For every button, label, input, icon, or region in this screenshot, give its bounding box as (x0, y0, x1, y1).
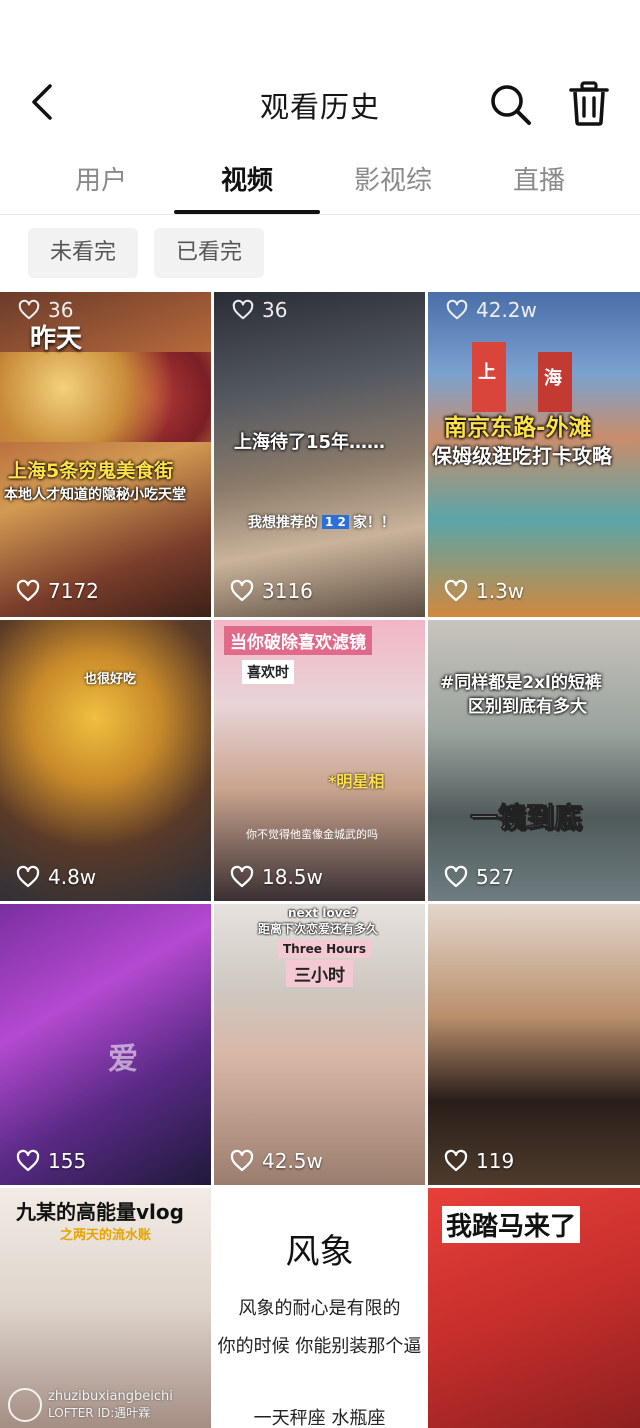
overlay-text: 区别到底有多大 (468, 697, 587, 717)
heart-icon (444, 579, 468, 603)
like-count: 527 (444, 865, 514, 889)
like-count: 1.3w (444, 579, 524, 603)
overlay-text: 九某的高能量vlog (16, 1200, 184, 1224)
heart-icon (230, 865, 254, 889)
overlay-text: 上 (478, 362, 496, 383)
overlay-text: *明星相 (328, 772, 385, 791)
search-icon (491, 85, 531, 125)
overlay-text: 当你破除喜欢滤镜 (224, 626, 372, 655)
overlay-text: 风象 (285, 1232, 354, 1272)
video-card[interactable]: 我踏马来了 (428, 1188, 640, 1428)
overlay-text: 南京东路-外滩 (444, 415, 592, 441)
tab-videos[interactable]: 视频 (172, 160, 322, 197)
video-card[interactable]: 九某的高能量vlog 之两天的流水账 zhuzibuxiangbeichi LO… (0, 1188, 211, 1428)
overlay-text: 上海5条穷鬼美食街 (8, 460, 174, 482)
top-bar: 观看历史 (0, 60, 640, 146)
filter-finished[interactable]: 已看完 (154, 228, 265, 278)
overlay-text: 海 (544, 368, 562, 389)
tab-live[interactable]: 直播 (464, 160, 614, 197)
like-count: 36 (232, 298, 287, 322)
heart-icon (16, 1149, 40, 1173)
overlay-text: next love? (288, 906, 358, 920)
heart-icon (230, 579, 254, 603)
overlay-text: 一天秤座 水瓶座 (253, 1408, 386, 1428)
overlay-text: 你的时候 你能别装那个逼 (217, 1336, 422, 1357)
tab-bar: 用户 视频 影视综 直播 (0, 152, 640, 215)
video-card[interactable]: 风象 风象的耐心是有限的 你的时候 你能别装那个逼 一天秤座 水瓶座 (214, 1188, 425, 1428)
overlay-text: 我踏马来了 (442, 1206, 581, 1243)
like-count: 42.5w (230, 1149, 323, 1173)
video-card[interactable]: 119 (428, 904, 640, 1185)
like-count: 42.2w (446, 298, 537, 322)
video-card[interactable]: #同样都是2xl的短裤 区别到底有多大 一镜到底 527 (428, 620, 640, 901)
overlay-text: 风象的耐心是有限的 (238, 1298, 401, 1319)
heart-icon (444, 1149, 468, 1173)
like-count: 18.5w (230, 865, 323, 889)
lofter-logo-icon (8, 1388, 42, 1422)
video-card[interactable]: next love? 距离下次恋爱还有多久 Three Hours 三小时 42… (214, 904, 425, 1185)
like-count: 4.8w (16, 865, 96, 889)
overlay-text: 昨天 (30, 324, 83, 354)
delete-history-button[interactable] (564, 78, 614, 128)
filter-bar: 未看完 已看完 (0, 226, 640, 280)
active-tab-indicator (174, 210, 320, 214)
heart-icon (16, 579, 40, 603)
overlay-text: 三小时 (286, 960, 353, 987)
overlay-text: Three Hours (278, 940, 371, 958)
overlay-text: 你不觉得他蛮像金城武的吗 (246, 828, 378, 841)
overlay-text: 距离下次恋爱还有多久 (258, 922, 379, 936)
video-card[interactable]: 也很好吃 4.8w (0, 620, 211, 901)
heart-icon (16, 865, 40, 889)
like-count: 119 (444, 1149, 514, 1173)
like-count: 3116 (230, 579, 313, 603)
video-card[interactable]: 36 昨天 上海5条穷鬼美食街 本地人才知道的隐秘小吃天堂 7172 (0, 292, 211, 617)
tab-users[interactable]: 用户 (26, 160, 176, 197)
watermark: zhuzibuxiangbeichi LOFTER ID:遇叶霖 (8, 1388, 173, 1422)
video-card[interactable]: 爱 155 (0, 904, 211, 1185)
like-count: 155 (16, 1149, 86, 1173)
overlay-text: 本地人才知道的隐秘小吃天堂 (4, 487, 186, 503)
trash-icon (569, 81, 609, 126)
heart-icon (446, 299, 468, 321)
overlay-text: 也很好吃 (84, 672, 137, 687)
overlay-text-group: 我想推荐的 1 2 家！！ (248, 515, 395, 531)
overlay-text: 爱 (108, 1042, 138, 1077)
video-card[interactable]: 当你破除喜欢滤镜 喜欢时 *明星相 你不觉得他蛮像金城武的吗 18.5w (214, 620, 425, 901)
heart-icon (444, 865, 468, 889)
heart-icon (230, 1149, 254, 1173)
overlay-text: 喜欢时 (242, 660, 294, 684)
overlay-text: #同样都是2xl的短裤 (440, 673, 602, 693)
overlay-text: 保姆级逛吃打卡攻略 (432, 444, 612, 468)
overlay-text: 之两天的流水账 (60, 1228, 152, 1243)
like-count: 7172 (16, 579, 99, 603)
heart-icon (232, 299, 254, 321)
filter-unfinished[interactable]: 未看完 (28, 228, 139, 278)
page-title: 观看历史 (259, 90, 380, 124)
overlay-text: 上海待了15年…… (234, 432, 386, 453)
overlay-text: 一镜到底 (469, 801, 583, 835)
tab-film-tv[interactable]: 影视综 (318, 160, 468, 197)
search-button[interactable] (486, 80, 536, 130)
video-card[interactable]: 36 上海待了15年…… 我想推荐的 1 2 家！！ 3116 (214, 292, 425, 617)
video-card[interactable]: 42.2w 上 海 南京东路-外滩 保姆级逛吃打卡攻略 1.3w (428, 292, 640, 617)
